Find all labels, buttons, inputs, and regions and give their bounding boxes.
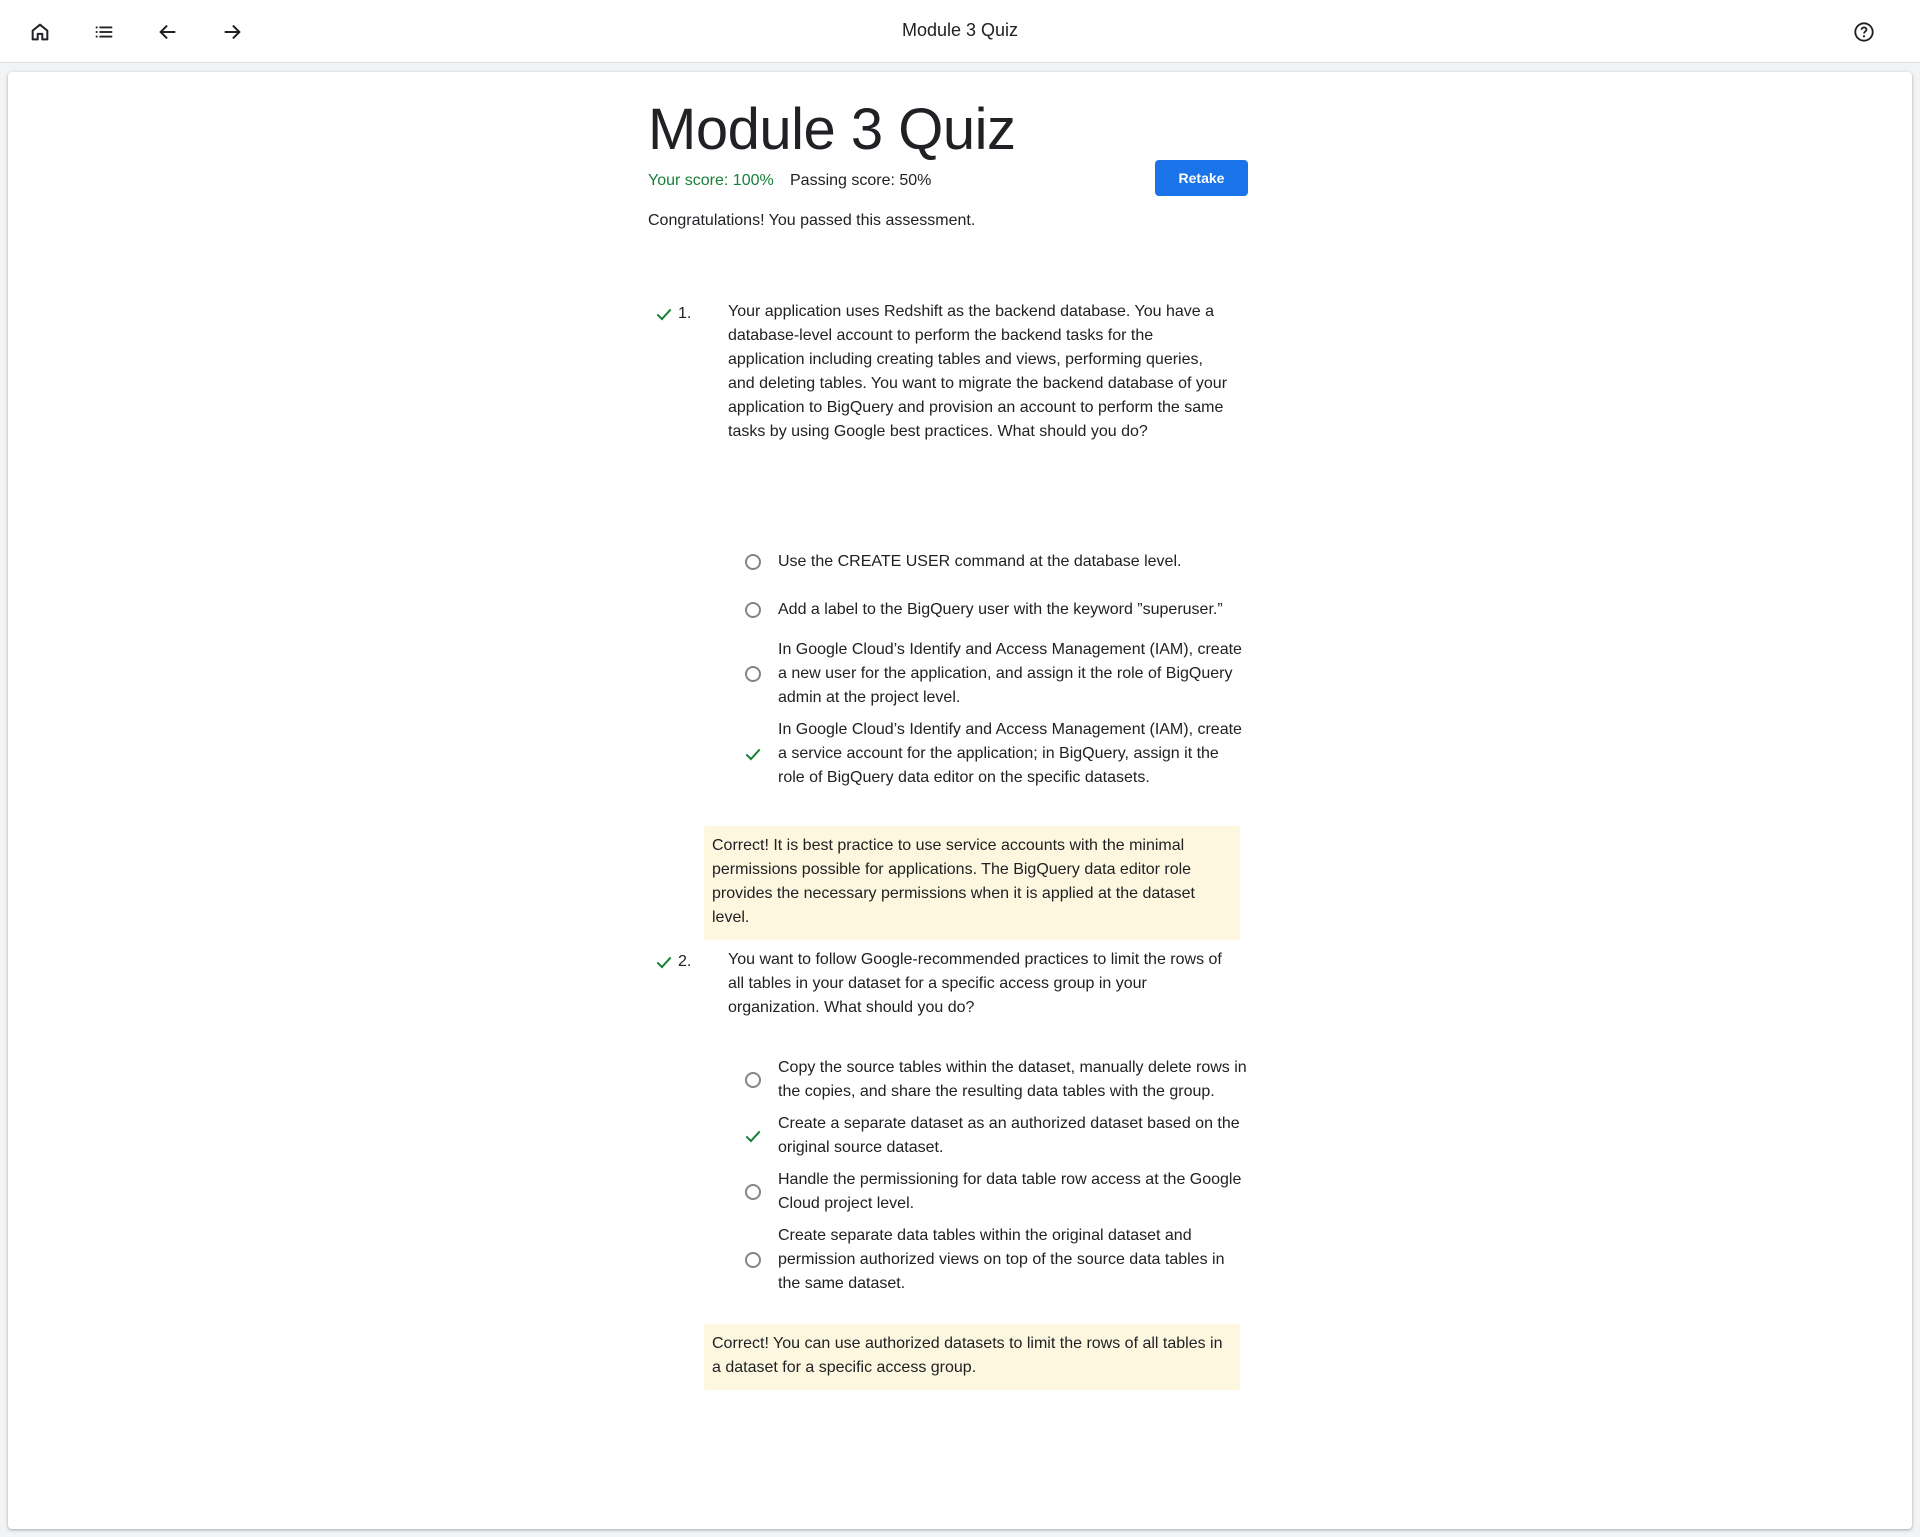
question-text: You want to follow Google-recommended pr…: [728, 951, 1222, 1016]
answer-option-selected[interactable]: Create a separate dataset as an authoriz…: [736, 1112, 1248, 1160]
correct-check[interactable]: [736, 1126, 770, 1146]
question-text: Your application uses Redshift as the ba…: [728, 303, 1228, 440]
check-icon: [745, 1130, 761, 1143]
forward-button[interactable]: [215, 15, 249, 49]
option-text: Create a separate dataset as an authoriz…: [778, 1115, 1240, 1156]
radio-button[interactable]: [736, 1184, 770, 1200]
correct-check[interactable]: [736, 744, 770, 764]
radio-button[interactable]: [736, 602, 770, 618]
home-button[interactable]: [23, 15, 57, 49]
answer-option[interactable]: In Google Cloud’s Identify and Access Ma…: [736, 638, 1248, 710]
option-text: Handle the permissioning for data table …: [778, 1171, 1242, 1212]
radio-button[interactable]: [736, 1072, 770, 1088]
arrow-forward-icon: [224, 24, 241, 40]
page-title: Module 3 Quiz: [901, 20, 1019, 40]
retake-button[interactable]: Retake: [1155, 160, 1248, 196]
question-number-label: 1.: [678, 305, 692, 322]
help-button[interactable]: [1847, 15, 1881, 49]
answer-option[interactable]: Use the CREATE USER command at the datab…: [736, 550, 1248, 574]
answer-option[interactable]: Copy the source tables within the datase…: [736, 1056, 1248, 1104]
your-score: Your score: 100%: [648, 172, 774, 189]
help-icon: [1854, 22, 1874, 42]
option-text: In Google Cloud’s Identify and Access Ma…: [778, 721, 1242, 786]
question-number-label: 2.: [678, 953, 692, 970]
answer-option-selected[interactable]: In Google Cloud’s Identify and Access Ma…: [736, 718, 1248, 790]
arrow-back-icon: [159, 24, 176, 40]
answer-option[interactable]: Add a label to the BigQuery user with th…: [736, 598, 1248, 622]
radio-button[interactable]: [736, 666, 770, 682]
option-text: Copy the source tables within the datase…: [778, 1059, 1247, 1100]
home-icon: [31, 23, 49, 41]
quiz-card: Module 3 Quiz Your score: 100% Passing s…: [8, 72, 1912, 1529]
quiz-title: Module 3 Quiz: [648, 97, 1016, 162]
answer-option[interactable]: Handle the permissioning for data table …: [736, 1168, 1248, 1216]
feedback-box: Correct! You can use authorized datasets…: [704, 1324, 1240, 1390]
option-text: Add a label to the BigQuery user with th…: [778, 601, 1223, 618]
passing-score: Passing score: 50%: [790, 172, 932, 189]
radio-button[interactable]: [736, 1252, 770, 1268]
radio-button[interactable]: [736, 554, 770, 570]
question-number: 2.: [654, 952, 691, 972]
feedback-box: Correct! It is best practice to use serv…: [704, 826, 1240, 940]
answer-option[interactable]: Create separate data tables within the o…: [736, 1224, 1248, 1296]
check-icon: [656, 308, 672, 321]
question-number: 1.: [654, 304, 691, 324]
option-text: Use the CREATE USER command at the datab…: [778, 553, 1182, 570]
option-text: In Google Cloud’s Identify and Access Ma…: [778, 641, 1242, 706]
top-app-bar: Module 3 Quiz: [0, 0, 1920, 63]
check-icon: [656, 956, 672, 969]
check-icon: [745, 748, 761, 761]
outline-button[interactable]: [87, 15, 121, 49]
list-icon: [95, 26, 113, 38]
back-button[interactable]: [151, 15, 185, 49]
result-message: Congratulations! You passed this assessm…: [648, 212, 976, 229]
option-text: Create separate data tables within the o…: [778, 1227, 1225, 1292]
